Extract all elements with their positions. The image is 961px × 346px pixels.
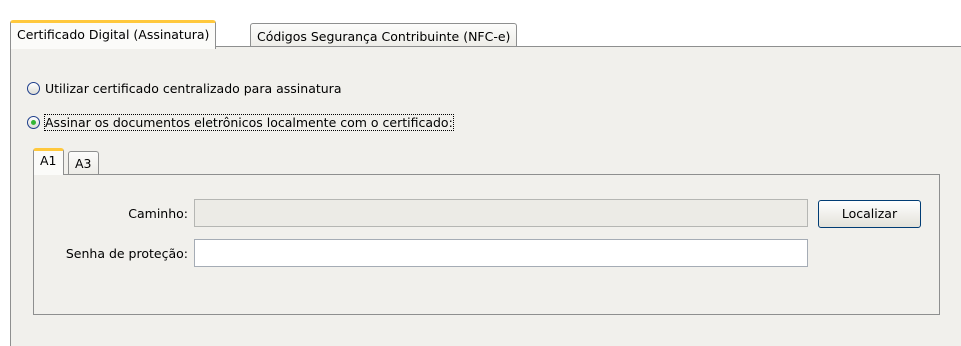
locate-button[interactable]: Localizar	[818, 200, 921, 228]
tab-label: A3	[75, 156, 92, 171]
radio-local[interactable]: Assinar os documentos eletrônicos localm…	[27, 114, 454, 131]
radio-button[interactable]	[27, 82, 40, 95]
tab-certificado-digital[interactable]: Certificado Digital (Assinatura)	[10, 20, 217, 49]
tab-a1[interactable]: A1	[33, 148, 64, 175]
tab-label: A1	[40, 153, 57, 168]
password-label: Senha de proteção:	[65, 246, 188, 261]
tab-a3[interactable]: A3	[68, 151, 99, 175]
radio-label: Assinar os documentos eletrônicos localm…	[44, 114, 454, 131]
tab-label: Certificado Digital (Assinatura)	[17, 27, 210, 42]
path-label: Caminho:	[128, 206, 188, 221]
password-input[interactable]	[194, 239, 808, 267]
top-strip	[0, 0, 961, 20]
radio-centralized[interactable]: Utilizar certificado centralizado para a…	[27, 81, 341, 96]
path-input[interactable]	[194, 199, 808, 227]
locate-button-label: Localizar	[841, 206, 898, 221]
radio-label: Utilizar certificado centralizado para a…	[45, 81, 342, 96]
radio-button[interactable]	[27, 116, 40, 129]
tab-label: Códigos Segurança Contribuinte (NFC-e)	[257, 29, 511, 44]
